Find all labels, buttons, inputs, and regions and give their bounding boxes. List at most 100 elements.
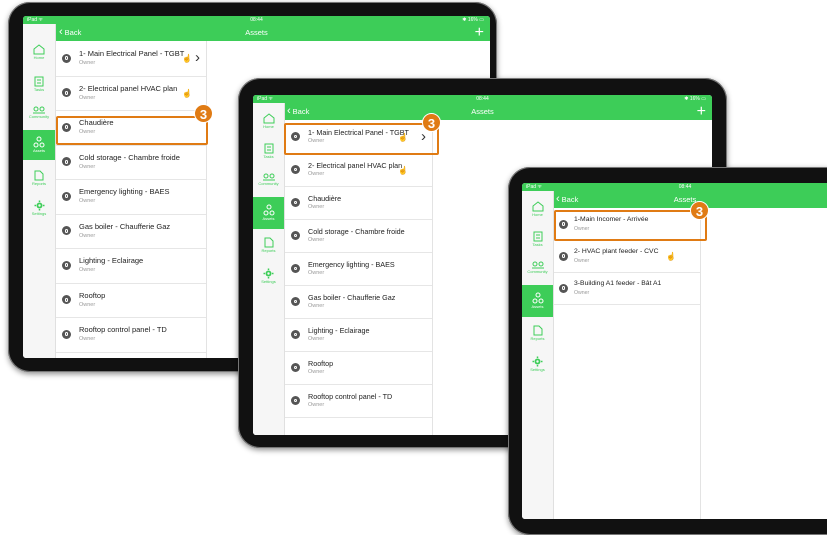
asset-icon xyxy=(291,198,300,207)
asset-icon xyxy=(62,88,71,98)
list-item[interactable]: Emergency lighting - BAES Owner xyxy=(56,179,206,215)
asset-owner: Owner xyxy=(79,163,96,170)
sidebar-item-reports[interactable]: Reports xyxy=(253,237,284,257)
list-item[interactable]: Emergency lighting - BAES Owner xyxy=(285,252,432,286)
nav-bar: ‹ Back Assets + xyxy=(23,24,490,41)
nav-bar: ‹ Back Assets + xyxy=(253,103,712,120)
asset-name: Gas boiler - Chaufferie Gaz xyxy=(79,221,171,231)
sidebar-item-tasks[interactable]: Tasks xyxy=(253,143,284,163)
sidebar-item-home[interactable]: Home xyxy=(23,44,55,64)
asset-owner: Owner xyxy=(79,94,96,101)
callout-highlight xyxy=(554,210,707,241)
status-time: 08:44 xyxy=(250,17,263,23)
sidebar-label: Reports xyxy=(530,336,545,341)
add-button[interactable]: + xyxy=(475,24,484,41)
list-item[interactable]: 1- Main Electrical Panel - TGBT Owner › ☝ xyxy=(56,41,206,77)
list-item[interactable]: Chaudière Owner xyxy=(285,186,432,220)
list-item[interactable]: Rooftop control panel - TD Owner xyxy=(285,384,432,418)
add-button[interactable]: + xyxy=(697,103,706,120)
touch-gesture-icon: ☝ xyxy=(666,252,676,261)
sidebar-item-settings[interactable]: Settings xyxy=(253,268,284,288)
asset-icon xyxy=(62,260,71,270)
list-item[interactable]: Rooftop Owner xyxy=(285,351,432,385)
assets-icon xyxy=(263,204,274,216)
asset-icon xyxy=(291,165,300,174)
sidebar: Home Tasks Community Assets Reports Sett… xyxy=(23,24,56,358)
sidebar-item-tasks[interactable]: Tasks xyxy=(23,76,55,96)
home-icon xyxy=(532,201,543,212)
gear-icon xyxy=(34,200,44,211)
asset-name: Rooftop control panel - TD xyxy=(79,325,167,334)
asset-icon xyxy=(62,329,71,339)
sidebar-item-settings[interactable]: Settings xyxy=(23,200,55,220)
asset-name: 3-Building A1 feeder - Bât A1 xyxy=(574,280,662,287)
list-item[interactable]: 3-Building A1 feeder - Bât A1 Owner xyxy=(554,272,700,305)
sidebar-item-reports[interactable]: Reports xyxy=(522,325,553,345)
status-bar: iPad ᯤ 08:44 ✱ 16% ▭ xyxy=(253,95,712,103)
asset-icon xyxy=(559,283,568,293)
gear-icon xyxy=(263,268,274,279)
sidebar-item-assets[interactable]: Assets xyxy=(253,197,284,229)
sidebar-label: Home xyxy=(33,55,45,60)
list-item[interactable]: Cold storage - Chambre froide Owner xyxy=(56,145,206,180)
home-icon xyxy=(33,44,45,55)
sidebar-item-community[interactable]: Community xyxy=(253,173,284,193)
nav-bar: ‹ Back Assets xyxy=(522,191,827,208)
home-icon xyxy=(263,113,274,124)
sidebar-item-settings[interactable]: Settings xyxy=(522,356,553,376)
list-item[interactable]: 2- Electrical panel HVAC plan Owner ☝ xyxy=(56,76,206,111)
asset-icon xyxy=(62,191,71,201)
callout-highlight xyxy=(56,116,208,145)
asset-name: Lighting - Eclairage xyxy=(308,326,370,335)
asset-name: Gas boiler - Chaufferie Gaz xyxy=(308,293,396,302)
sidebar-item-community[interactable]: Community xyxy=(522,261,553,281)
sidebar-item-tasks[interactable]: Tasks xyxy=(522,231,553,251)
sidebar-item-home[interactable]: Home xyxy=(253,113,284,133)
list-item[interactable]: Gas boiler - Chaufferie Gaz Owner xyxy=(285,285,432,319)
list-item[interactable]: Gas boiler - Chaufferie Gaz Owner xyxy=(56,214,206,249)
asset-name: Cold storage - Chambre froide xyxy=(79,152,180,162)
sidebar-item-assets[interactable]: Assets xyxy=(23,130,55,160)
sidebar-item-home[interactable]: Home xyxy=(522,201,553,221)
asset-owner: Owner xyxy=(308,402,325,408)
sidebar-item-community[interactable]: Community xyxy=(23,106,55,126)
asset-name: Emergency lighting - BAES xyxy=(79,187,170,196)
sidebar-label: Community xyxy=(28,114,50,119)
list-item[interactable]: Lighting - Eclairage Owner xyxy=(285,318,432,352)
asset-icon xyxy=(291,330,300,339)
asset-icon xyxy=(62,226,71,236)
status-time: 08:44 xyxy=(476,96,489,102)
sidebar-label: Tasks xyxy=(263,154,274,159)
list-item[interactable]: Cold storage - Chambre froide Owner xyxy=(285,219,432,253)
asset-list: 1-Main Incomer - Arrivée Owner 2- HVAC pla… xyxy=(554,208,701,519)
reports-icon xyxy=(264,237,273,248)
community-icon xyxy=(33,106,45,114)
sidebar-label: Community xyxy=(527,269,548,274)
battery-label: ✱ 16% ▭ xyxy=(462,17,484,23)
reports-icon xyxy=(533,325,542,336)
sidebar-label: Assets xyxy=(32,148,45,153)
asset-name: Rooftop xyxy=(308,359,334,368)
list-item[interactable]: Lighting - Eclairage Owner xyxy=(56,248,206,284)
page-title: Assets xyxy=(673,195,697,204)
list-item[interactable]: Rooftop Owner xyxy=(56,283,206,318)
asset-icon xyxy=(62,295,71,305)
sidebar-item-assets[interactable]: Assets xyxy=(522,285,553,317)
sidebar: Home Tasks Community Assets Reports Sett… xyxy=(522,191,554,519)
asset-icon xyxy=(291,231,300,240)
tasks-icon xyxy=(34,76,44,87)
list-item[interactable]: 2- HVAC plant feeder - CVC Owner ☝ xyxy=(554,240,700,273)
assets-icon xyxy=(532,292,543,304)
callout-badge: 3 xyxy=(690,201,709,220)
asset-name: 1- Main Electrical Panel - TGBT xyxy=(79,49,185,58)
asset-owner: Owner xyxy=(79,267,96,273)
list-item[interactable]: 2- Electrical panel HVAC plan Owner ☝ xyxy=(285,153,432,187)
touch-gesture-icon: ☝ xyxy=(182,88,192,98)
list-item[interactable]: Rooftop control panel - TD Owner xyxy=(56,317,206,353)
asset-icon xyxy=(62,53,71,63)
asset-list: 1- Main Electrical Panel - TGBT Owner › ☝ 2-… xyxy=(56,41,207,358)
sidebar-label: Home xyxy=(263,124,274,129)
touch-gesture-icon: ☝ xyxy=(182,54,192,64)
sidebar-item-reports[interactable]: Reports xyxy=(23,170,55,190)
sidebar-label: Reports xyxy=(261,248,276,253)
